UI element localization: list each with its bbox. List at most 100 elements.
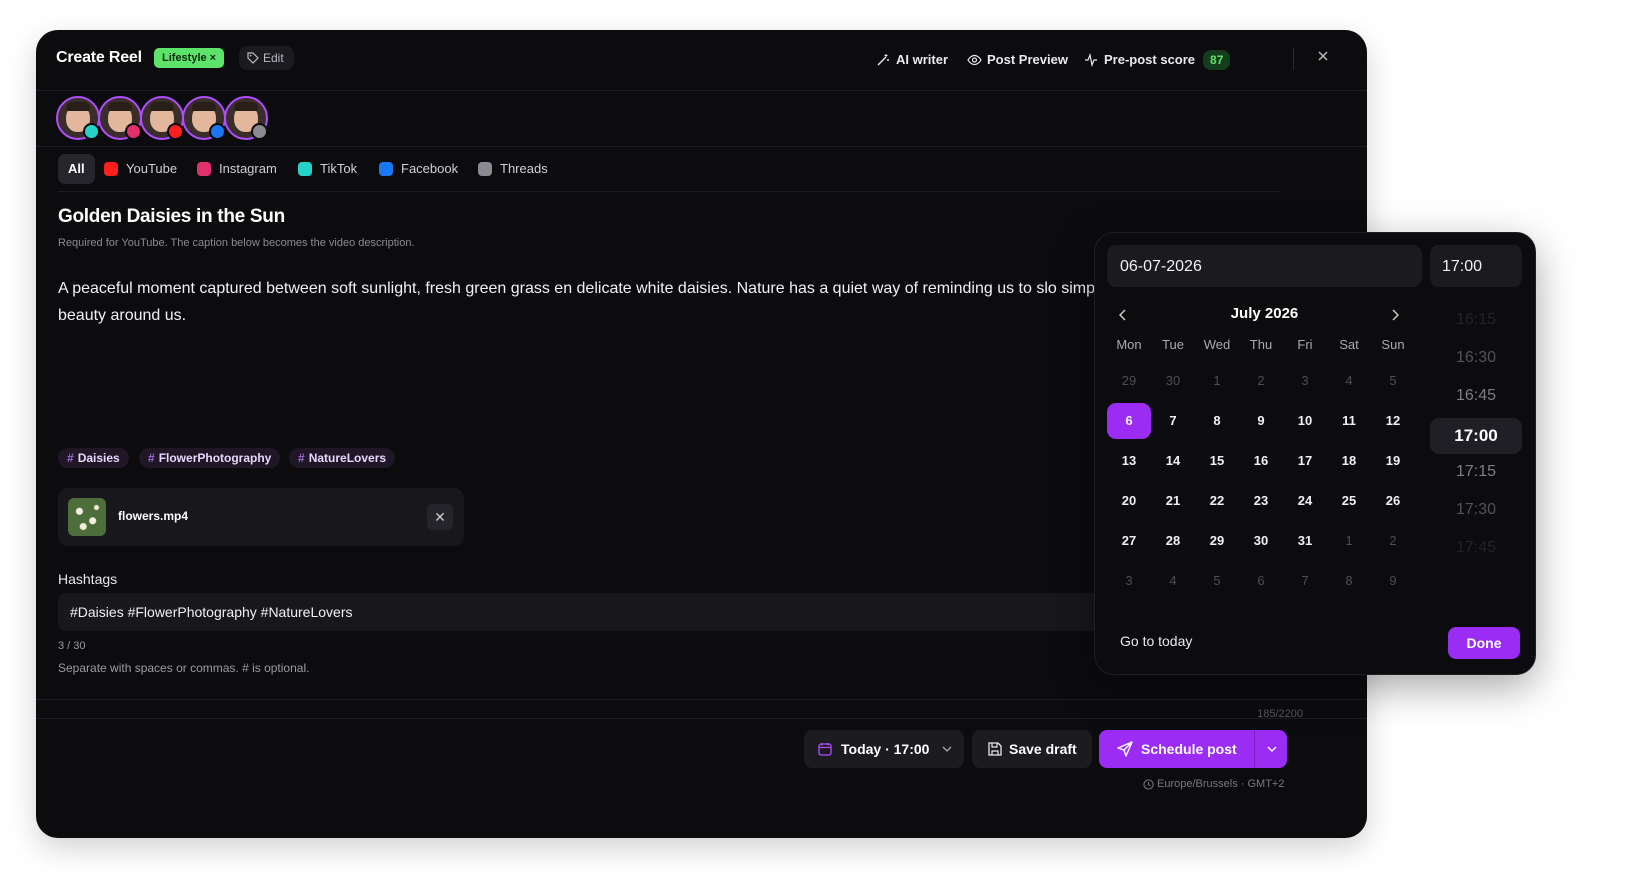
edit-label: Edit [263, 51, 284, 65]
attached-file: flowers.mp4 ✕ [58, 488, 464, 546]
time-option[interactable]: 17:00 [1430, 418, 1522, 454]
calendar-day[interactable]: 27 [1107, 523, 1151, 559]
calendar-day[interactable]: 30 [1239, 523, 1283, 559]
schedule-date-label: Today · 17:00 [841, 741, 930, 757]
calendar-day[interactable]: 21 [1151, 483, 1195, 519]
calendar-day[interactable]: 29 [1107, 363, 1151, 399]
avatar-hair [66, 102, 90, 111]
calendar-day[interactable]: 7 [1151, 403, 1195, 439]
time-option[interactable]: 16:30 [1430, 349, 1522, 367]
edit-category-button[interactable]: Edit [239, 46, 294, 70]
calendar-day[interactable]: 30 [1151, 363, 1195, 399]
avatar-hair [234, 102, 258, 111]
calendar-day[interactable]: 9 [1239, 403, 1283, 439]
calendar-day[interactable]: 31 [1283, 523, 1327, 559]
time-option[interactable]: 17:30 [1430, 501, 1522, 519]
calendar-day[interactable]: 20 [1107, 483, 1151, 519]
calendar-day[interactable]: 3 [1107, 563, 1151, 599]
tag-chip[interactable]: # NatureLovers [289, 448, 396, 468]
post-preview-label: Post Preview [987, 52, 1068, 67]
post-title[interactable]: Golden Daisies in the Sun [58, 206, 285, 228]
time-option[interactable]: 16:15 [1430, 311, 1522, 329]
account-avatar-instagram[interactable] [98, 96, 142, 140]
tab-facebook[interactable]: Facebook [379, 154, 458, 184]
eye-icon [967, 54, 982, 66]
button-divider [1254, 730, 1255, 768]
calendar-day[interactable]: 7 [1283, 563, 1327, 599]
time-input[interactable]: 17:00 [1430, 245, 1522, 287]
time-option[interactable]: 17:15 [1430, 463, 1522, 481]
calendar-day[interactable]: 9 [1371, 563, 1415, 599]
calendar-day[interactable]: 1 [1195, 363, 1239, 399]
chevron-down-icon[interactable] [1267, 745, 1277, 753]
done-button[interactable]: Done [1448, 627, 1520, 659]
calendar-day[interactable]: 4 [1327, 363, 1371, 399]
calendar-day[interactable]: 4 [1151, 563, 1195, 599]
save-draft-label: Save draft [1009, 741, 1077, 757]
category-chip[interactable]: Lifestyle × [154, 48, 225, 68]
threads-badge-icon [251, 123, 268, 140]
tab-all[interactable]: All [58, 154, 95, 184]
calendar-day[interactable]: 18 [1327, 443, 1371, 479]
prepost-score-button[interactable]: Pre-post score 87 [1084, 50, 1231, 70]
calendar-day[interactable]: 24 [1283, 483, 1327, 519]
go-to-today-button[interactable]: Go to today [1120, 633, 1192, 649]
calendar-day[interactable]: 29 [1195, 523, 1239, 559]
calendar-day[interactable]: 22 [1195, 483, 1239, 519]
date-input[interactable]: 06-07-2026 [1107, 245, 1422, 287]
calendar-day[interactable]: 16 [1239, 443, 1283, 479]
tab-instagram[interactable]: Instagram [197, 154, 277, 184]
tab-threads[interactable]: Threads [478, 154, 548, 184]
account-avatar-facebook[interactable] [182, 96, 226, 140]
calendar-day[interactable]: 28 [1151, 523, 1195, 559]
remove-file-button[interactable]: ✕ [427, 504, 453, 530]
calendar-day[interactable]: 10 [1283, 403, 1327, 439]
schedule-post-label: Schedule post [1141, 741, 1237, 757]
calendar-day[interactable]: 6 [1239, 563, 1283, 599]
schedule-date-button[interactable]: Today · 17:00 [804, 730, 964, 768]
calendar-day[interactable]: 5 [1195, 563, 1239, 599]
calendar-day[interactable]: 1 [1327, 523, 1371, 559]
close-icon: ✕ [434, 509, 446, 525]
calendar-day[interactable]: 14 [1151, 443, 1195, 479]
schedule-post-button[interactable]: Schedule post [1099, 730, 1287, 768]
calendar-day[interactable]: 6 [1107, 403, 1151, 439]
tag-label: Daisies [77, 451, 120, 465]
tab-label: TikTok [320, 161, 358, 176]
calendar-day[interactable]: 12 [1371, 403, 1415, 439]
time-option[interactable]: 17:45 [1430, 539, 1522, 557]
calendar-day[interactable]: 19 [1371, 443, 1415, 479]
title-help-text: Required for YouTube. The caption below … [58, 237, 415, 249]
save-draft-button[interactable]: Save draft [972, 730, 1092, 768]
calendar-day[interactable]: 11 [1327, 403, 1371, 439]
next-month-button[interactable] [1391, 308, 1400, 326]
account-avatar-threads[interactable] [224, 96, 268, 140]
calendar-day[interactable]: 15 [1195, 443, 1239, 479]
calendar-day[interactable]: 8 [1327, 563, 1371, 599]
tab-tiktok[interactable]: TikTok [298, 154, 357, 184]
calendar-day[interactable]: 17 [1283, 443, 1327, 479]
calendar-day[interactable]: 3 [1283, 363, 1327, 399]
caption-textarea[interactable]: A peaceful moment captured between soft … [58, 275, 1118, 329]
tag-chip[interactable]: # Daisies [58, 448, 129, 468]
calendar-day[interactable]: 26 [1371, 483, 1415, 519]
time-option[interactable]: 16:45 [1430, 387, 1522, 405]
tab-youtube[interactable]: YouTube [104, 154, 177, 184]
calendar-day[interactable]: 25 [1327, 483, 1371, 519]
close-button[interactable] [1316, 49, 1330, 68]
tab-label: Instagram [219, 161, 277, 176]
calendar-day[interactable]: 5 [1371, 363, 1415, 399]
post-preview-button[interactable]: Post Preview [967, 50, 1068, 70]
ai-writer-button[interactable]: AI writer [876, 50, 948, 70]
account-avatar-youtube[interactable] [140, 96, 184, 140]
calendar-day[interactable]: 8 [1195, 403, 1239, 439]
calendar-day[interactable]: 2 [1371, 523, 1415, 559]
calendar-day[interactable]: 23 [1239, 483, 1283, 519]
divider [36, 699, 1367, 700]
account-avatar-tiktok[interactable] [56, 96, 100, 140]
calendar-day[interactable]: 13 [1107, 443, 1151, 479]
calendar-day[interactable]: 2 [1239, 363, 1283, 399]
magic-wand-icon [877, 54, 889, 66]
chevron-down-icon [942, 746, 952, 752]
tag-chip[interactable]: # FlowerPhotography [139, 448, 281, 468]
